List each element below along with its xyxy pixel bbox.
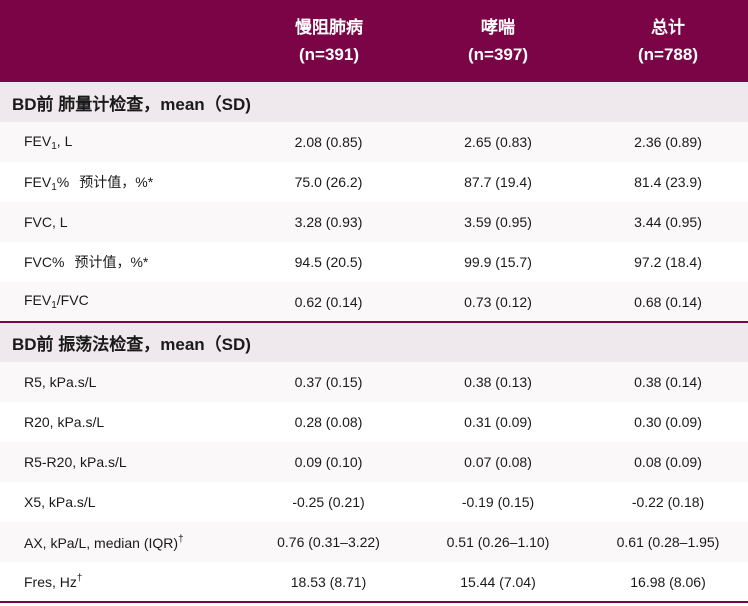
row-label-main: R5, kPa.s/L <box>24 374 97 390</box>
value-asthma: 0.38 (0.13) <box>408 362 588 402</box>
value-total: 3.44 (0.95) <box>588 202 748 242</box>
value-copd: 0.28 (0.08) <box>294 414 363 430</box>
value-copd: 0.62 (0.14) <box>250 282 408 323</box>
value-total: 2.36 (0.89) <box>588 122 748 162</box>
row-label-main: R20, kPa.s/L <box>24 414 105 430</box>
row-label-main: FEV <box>24 173 52 190</box>
value-copd: 2.08 (0.85) <box>250 122 408 162</box>
row-label-main: AX, kPa/L, median (IQR) <box>24 534 179 551</box>
row-label-main: FVC, L <box>24 214 68 230</box>
value-asthma: 2.65 (0.83) <box>408 122 588 162</box>
value-total: 0.30 (0.09) <box>634 414 702 430</box>
value-copd: 0.37 (0.15) <box>250 362 408 402</box>
section-title-spirometry: BD前 肺量计检查，mean（SD) <box>12 94 251 114</box>
header-total-n: (n=788) <box>638 45 698 64</box>
value-copd: 18.53 (8.71) <box>250 562 408 603</box>
row-label-suffix: 预计值，%* <box>74 254 149 270</box>
row-label: R5, kPa.s/L <box>0 362 250 402</box>
table-row: FVC, L 3.28 (0.93) 3.59 (0.95) 3.44 (0.95) <box>0 202 748 242</box>
header-asthma-n: (n=397) <box>468 45 528 64</box>
row-label: R20, kPa.s/L <box>0 402 250 442</box>
value-total: 0.68 (0.14) <box>588 282 748 323</box>
section-title-oscillometry: BD前 振荡法检查，mean（SD) <box>12 335 251 354</box>
lung-function-table: 慢阻肺病 (n=391) 哮喘 (n=397) 总计 (n=788) BD前 肺… <box>0 0 748 603</box>
value-asthma: 3.59 (0.95) <box>408 202 588 242</box>
section-header-spirometry: BD前 肺量计检查，mean（SD) <box>0 82 748 122</box>
value-total: 81.4 (23.9) <box>634 174 702 190</box>
table-row: R5-R20, kPa.s/L 0.09 (0.10) 0.07 (0.08) 0.0… <box>0 442 748 482</box>
oscillometry-section: BD前 振荡法检查，mean（SD) R5, kPa.s/L 0.37 (0.15… <box>0 322 748 603</box>
row-label: R5-R20, kPa.s/L <box>0 442 250 482</box>
row-label-suffix: 预计值，%* <box>79 173 154 190</box>
value-asthma: 87.7 (19.4) <box>464 174 532 190</box>
table-row: AX, kPa/L, median (IQR)† 0.76 (0.31–3.22)… <box>0 522 748 562</box>
value-asthma: 0.31 (0.09) <box>464 414 532 430</box>
value-asthma: 15.44 (7.04) <box>408 562 588 603</box>
table-header-row: 慢阻肺病 (n=391) 哮喘 (n=397) 总计 (n=788) <box>0 0 748 82</box>
value-asthma: 0.73 (0.12) <box>408 282 588 323</box>
header-total-title: 总计 <box>651 18 685 37</box>
row-label: FVC% 预计值，%* <box>0 242 250 282</box>
header-asthma: 哮喘 (n=397) <box>408 0 588 82</box>
table-row: FEV1/FVC 0.62 (0.14) 0.73 (0.12) 0.68 (0.14… <box>0 282 748 323</box>
value-copd: 75.0 (26.2) <box>294 174 363 190</box>
table-row: FEV1, L 2.08 (0.85) 2.65 (0.83) 2.36 (0.89) <box>0 122 748 162</box>
table-row: R20, kPa.s/L 0.28 (0.08) 0.31 (0.09) 0.30 (… <box>0 402 748 442</box>
value-copd: 3.28 (0.93) <box>250 202 408 242</box>
row-label: Fres, Hz† <box>0 562 250 603</box>
header-total: 总计 (n=788) <box>588 0 748 82</box>
value-copd: 0.76 (0.31–3.22) <box>250 522 408 562</box>
value-total: 16.98 (8.06) <box>588 562 748 603</box>
row-label-main: FEV <box>24 132 52 149</box>
row-label-footnote-mark: † <box>178 533 184 545</box>
spirometry-section: BD前 肺量计检查，mean（SD) FEV1, L 2.08 (0.85) 2.6… <box>0 82 748 323</box>
table-row: R5, kPa.s/L 0.37 (0.15) 0.38 (0.13) 0.38 (0… <box>0 362 748 402</box>
header-empty-cell <box>0 0 250 82</box>
row-label: FEV1% 预计值，%* <box>0 162 250 202</box>
header-copd-title: 慢阻肺病 <box>295 18 363 37</box>
header-copd-n: (n=391) <box>299 45 359 64</box>
value-copd: 0.09 (0.10) <box>250 442 408 482</box>
value-total: -0.22 (0.18) <box>631 494 705 510</box>
header-asthma-title: 哮喘 <box>481 18 515 37</box>
row-label: FEV1/FVC <box>0 282 250 323</box>
row-label-footnote-mark: † <box>76 573 83 584</box>
results-table-figure: 慢阻肺病 (n=391) 哮喘 (n=397) 总计 (n=788) BD前 肺… <box>0 0 748 606</box>
row-label: FVC, L <box>0 202 250 242</box>
table-row: FEV1% 预计值，%* 75.0 (26.2) 87.7 (19.4) 81.4 (2… <box>0 162 748 202</box>
row-label: X5, kPa.s/L <box>0 482 250 522</box>
table-row: Fres, Hz† 18.53 (8.71) 15.44 (7.04) 16.98 (… <box>0 562 748 603</box>
value-total: 0.61 (0.28–1.95) <box>588 522 748 562</box>
value-asthma: 99.9 (15.7) <box>464 254 532 270</box>
header-copd: 慢阻肺病 (n=391) <box>250 0 408 82</box>
row-label: FEV1, L <box>0 122 250 162</box>
row-label-main: FVC% <box>24 254 65 270</box>
row-label: AX, kPa/L, median (IQR)† <box>0 522 250 562</box>
row-label-main: R5-R20, kPa.s/L <box>24 454 127 470</box>
row-label-main: FEV <box>24 292 52 308</box>
value-copd: -0.25 (0.21) <box>292 494 365 510</box>
value-asthma: 0.51 (0.26–1.10) <box>408 522 588 562</box>
section-header-oscillometry: BD前 振荡法检查，mean（SD) <box>0 322 748 362</box>
row-label-rest: % <box>56 173 70 190</box>
value-asthma: 0.07 (0.08) <box>408 442 588 482</box>
row-label-rest: /FVC <box>56 292 89 308</box>
value-total: 0.38 (0.14) <box>588 362 748 402</box>
value-asthma: -0.19 (0.15) <box>461 494 535 510</box>
row-label-main: X5, kPa.s/L <box>24 494 96 510</box>
row-label-rest: , L <box>56 132 73 149</box>
table-row: X5, kPa.s/L -0.25 (0.21) -0.19 (0.15) -0.22… <box>0 482 748 522</box>
value-copd: 94.5 (20.5) <box>294 254 363 270</box>
value-total: 97.2 (18.4) <box>634 254 702 270</box>
value-total: 0.08 (0.09) <box>588 442 748 482</box>
table-row: FVC% 预计值，%* 94.5 (20.5) 99.9 (15.7) 97.2 (18… <box>0 242 748 282</box>
row-label-main: Fres, Hz <box>24 574 77 590</box>
